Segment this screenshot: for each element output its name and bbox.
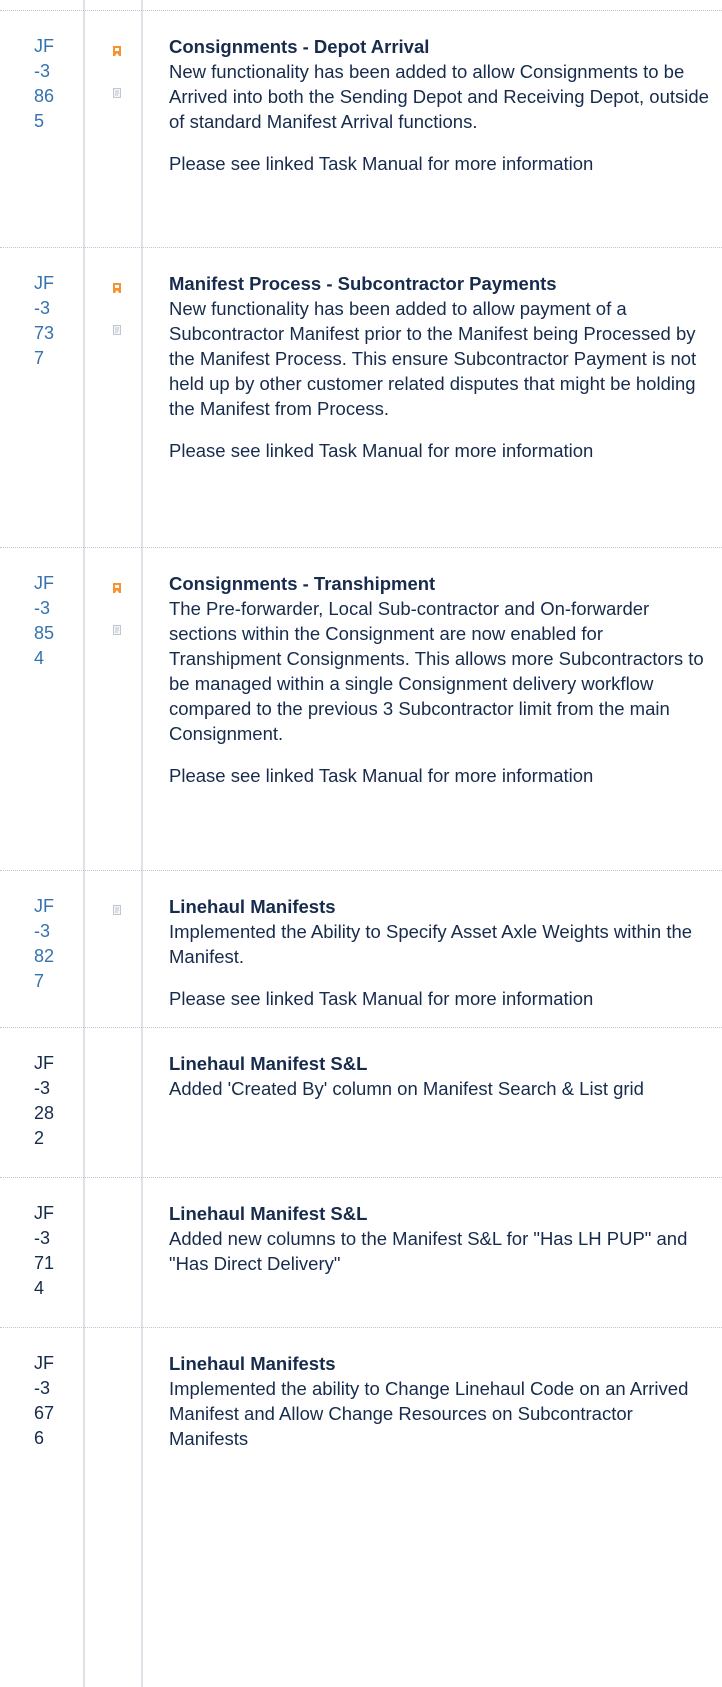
issue-key-part: 86 <box>34 86 55 106</box>
issue-key: JF -3 67 6 <box>34 1351 74 1451</box>
release-note-content: Linehaul Manifest S&L Added 'Created By' … <box>169 1051 714 1101</box>
note-description: New functionality has been added to allo… <box>169 298 697 419</box>
task-manual-note: Please see linked Task Manual for more i… <box>169 988 594 1009</box>
issue-key-part: 4 <box>34 648 45 668</box>
table-row: JF -3 85 4 Consignments - Transhipment The Pr… <box>0 547 722 871</box>
document-icon <box>112 905 122 915</box>
issue-key-part: 4 <box>34 1278 45 1298</box>
issue-key-part: -3 <box>34 598 51 618</box>
bookmark-icon <box>112 583 122 593</box>
table-row: JF -3 71 4 Linehaul Manifest S&L Added new co… <box>0 1177 722 1328</box>
issue-key: JF -3 28 2 <box>34 1051 74 1151</box>
issue-key-part: -3 <box>34 61 51 81</box>
issue-key-part: -3 <box>34 921 51 941</box>
note-title: Consignments - Transhipment <box>169 573 436 594</box>
note-description: New functionality has been added to allo… <box>169 61 709 132</box>
note-description: Added new columns to the Manifest S&L fo… <box>169 1228 688 1274</box>
release-note-content: Linehaul Manifest S&L Added new columns t… <box>169 1201 714 1276</box>
issue-key-link[interactable]: JF -3 82 7 <box>34 894 74 994</box>
document-icon <box>112 88 122 98</box>
issue-key-part: JF <box>34 1353 54 1373</box>
bookmark-icon <box>112 283 122 293</box>
note-title: Consignments - Depot Arrival <box>169 36 430 57</box>
issue-key-part: 85 <box>34 623 55 643</box>
issue-key-part: JF <box>34 36 54 56</box>
bookmark-icon <box>112 46 122 56</box>
issue-icons <box>112 905 124 947</box>
issue-key-part: 73 <box>34 323 55 343</box>
release-note-content: Manifest Process - Subcontractor Payment… <box>169 271 714 463</box>
issue-key: JF -3 71 4 <box>34 1201 74 1301</box>
task-manual-note: Please see linked Task Manual for more i… <box>169 765 594 786</box>
table-row: JF -3 86 5 Consignments - Depot Arrival New f… <box>0 10 722 248</box>
release-note-content: Linehaul Manifests Implemented the Abilit… <box>169 894 714 1011</box>
document-icon <box>112 625 122 635</box>
issue-key-part: JF <box>34 896 54 916</box>
issue-key-link[interactable]: JF -3 85 4 <box>34 571 74 671</box>
issue-key-part: -3 <box>34 1078 51 1098</box>
issue-icons <box>112 583 124 667</box>
note-description: Added 'Created By' column on Manifest Se… <box>169 1078 644 1099</box>
issue-key-part: 7 <box>34 348 45 368</box>
issue-key-part: JF <box>34 273 54 293</box>
issue-key-part: JF <box>34 573 54 593</box>
issue-key-part: 71 <box>34 1253 55 1273</box>
document-icon <box>112 325 122 335</box>
issue-key-part: -3 <box>34 1228 51 1248</box>
release-note-content: Consignments - Depot Arrival New function… <box>169 34 714 176</box>
table-row: JF -3 73 7 Manifest Process - Subcontractor … <box>0 247 722 548</box>
task-manual-note: Please see linked Task Manual for more i… <box>169 440 594 461</box>
issue-key-part: 5 <box>34 111 45 131</box>
issue-key-link[interactable]: JF -3 86 5 <box>34 34 74 134</box>
issue-key-part: 82 <box>34 946 55 966</box>
note-title: Linehaul Manifests <box>169 1353 336 1374</box>
issue-key-part: 67 <box>34 1403 55 1423</box>
note-title: Linehaul Manifests <box>169 896 336 917</box>
note-description: Implemented the ability to Change Lineha… <box>169 1378 689 1449</box>
note-description: The Pre-forwarder, Local Sub-contractor … <box>169 598 704 744</box>
issue-key-part: 2 <box>34 1128 45 1148</box>
issue-key-part: 6 <box>34 1428 45 1448</box>
issue-key-part: -3 <box>34 1378 51 1398</box>
note-title: Linehaul Manifest S&L <box>169 1053 368 1074</box>
issue-icons <box>112 46 124 130</box>
note-title: Manifest Process - Subcontractor Payment… <box>169 273 557 294</box>
issue-key-part: 28 <box>34 1103 55 1123</box>
release-note-content: Linehaul Manifests Implemented the abilit… <box>169 1351 714 1451</box>
note-title: Linehaul Manifest S&L <box>169 1203 368 1224</box>
issue-key-part: 7 <box>34 971 45 991</box>
issue-key-part: -3 <box>34 298 51 318</box>
note-description: Implemented the Ability to Specify Asset… <box>169 921 693 967</box>
issue-key-link[interactable]: JF -3 73 7 <box>34 271 74 371</box>
table-row: JF -3 82 7 Linehaul Manifests Implemented the… <box>0 870 722 1028</box>
task-manual-note: Please see linked Task Manual for more i… <box>169 153 594 174</box>
issue-key-part: JF <box>34 1053 54 1073</box>
issue-key-part: JF <box>34 1203 54 1223</box>
table-row: JF -3 28 2 Linehaul Manifest S&L Added 'Creat… <box>0 1027 722 1178</box>
table-row: JF -3 67 6 Linehaul Manifests Implemented the… <box>0 1327 722 1687</box>
release-note-content: Consignments - Transhipment The Pre-forwa… <box>169 571 714 788</box>
issue-icons <box>112 283 124 367</box>
